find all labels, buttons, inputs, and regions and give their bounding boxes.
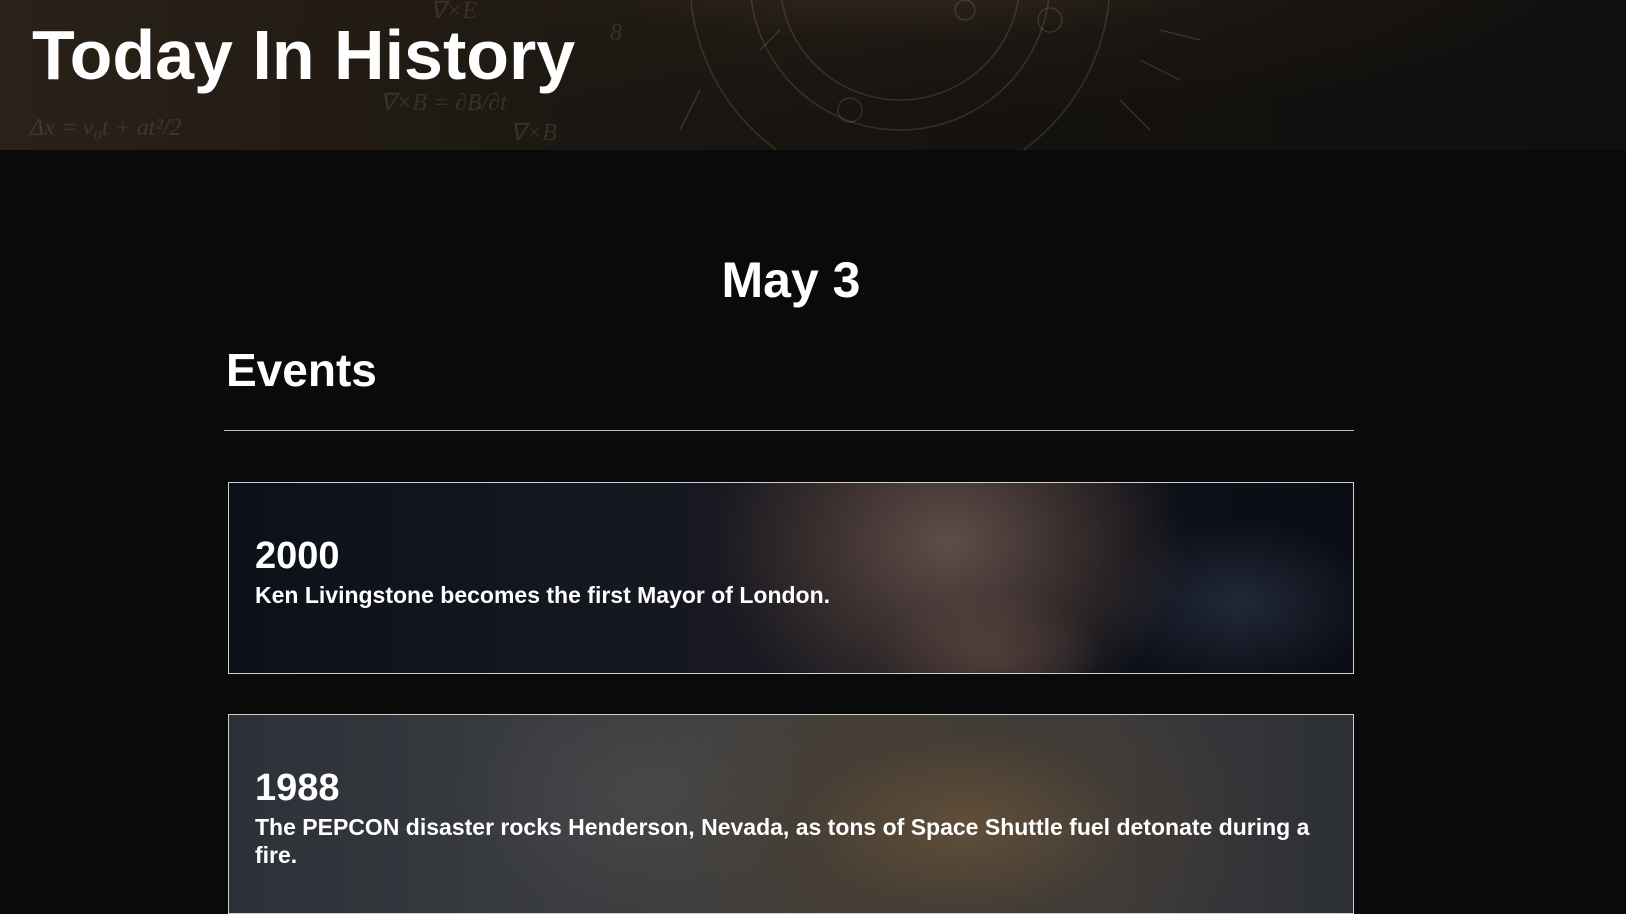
date-heading: May 3 xyxy=(721,252,861,308)
event-content: 2000 Ken Livingstone becomes the first M… xyxy=(255,533,1327,609)
event-card[interactable]: 2000 Ken Livingstone becomes the first M… xyxy=(228,482,1354,674)
site-header: Δx = v₀t + at²/2 ∇×B = ∂B/∂t ∇×B 8 ∇×E T… xyxy=(0,0,1626,150)
event-year: 1988 xyxy=(255,767,340,809)
section-divider xyxy=(224,430,1354,431)
event-content: 1988 The PEPCON disaster rocks Henderson… xyxy=(255,765,1327,869)
svg-text:8: 8 xyxy=(610,20,622,46)
event-description: The PEPCON disaster rocks Henderson, Nev… xyxy=(255,814,1310,868)
events-section-heading: Events xyxy=(226,344,377,396)
event-description: Ken Livingstone becomes the first Mayor … xyxy=(255,582,831,608)
event-year: 2000 xyxy=(255,535,340,577)
event-card[interactable]: 1988 The PEPCON disaster rocks Henderson… xyxy=(228,714,1354,914)
site-title: Today In History xyxy=(32,16,576,94)
svg-text:∇×B: ∇×B xyxy=(510,120,557,146)
svg-text:Δx = v₀t + at²/2: Δx = v₀t + at²/2 xyxy=(29,115,181,141)
